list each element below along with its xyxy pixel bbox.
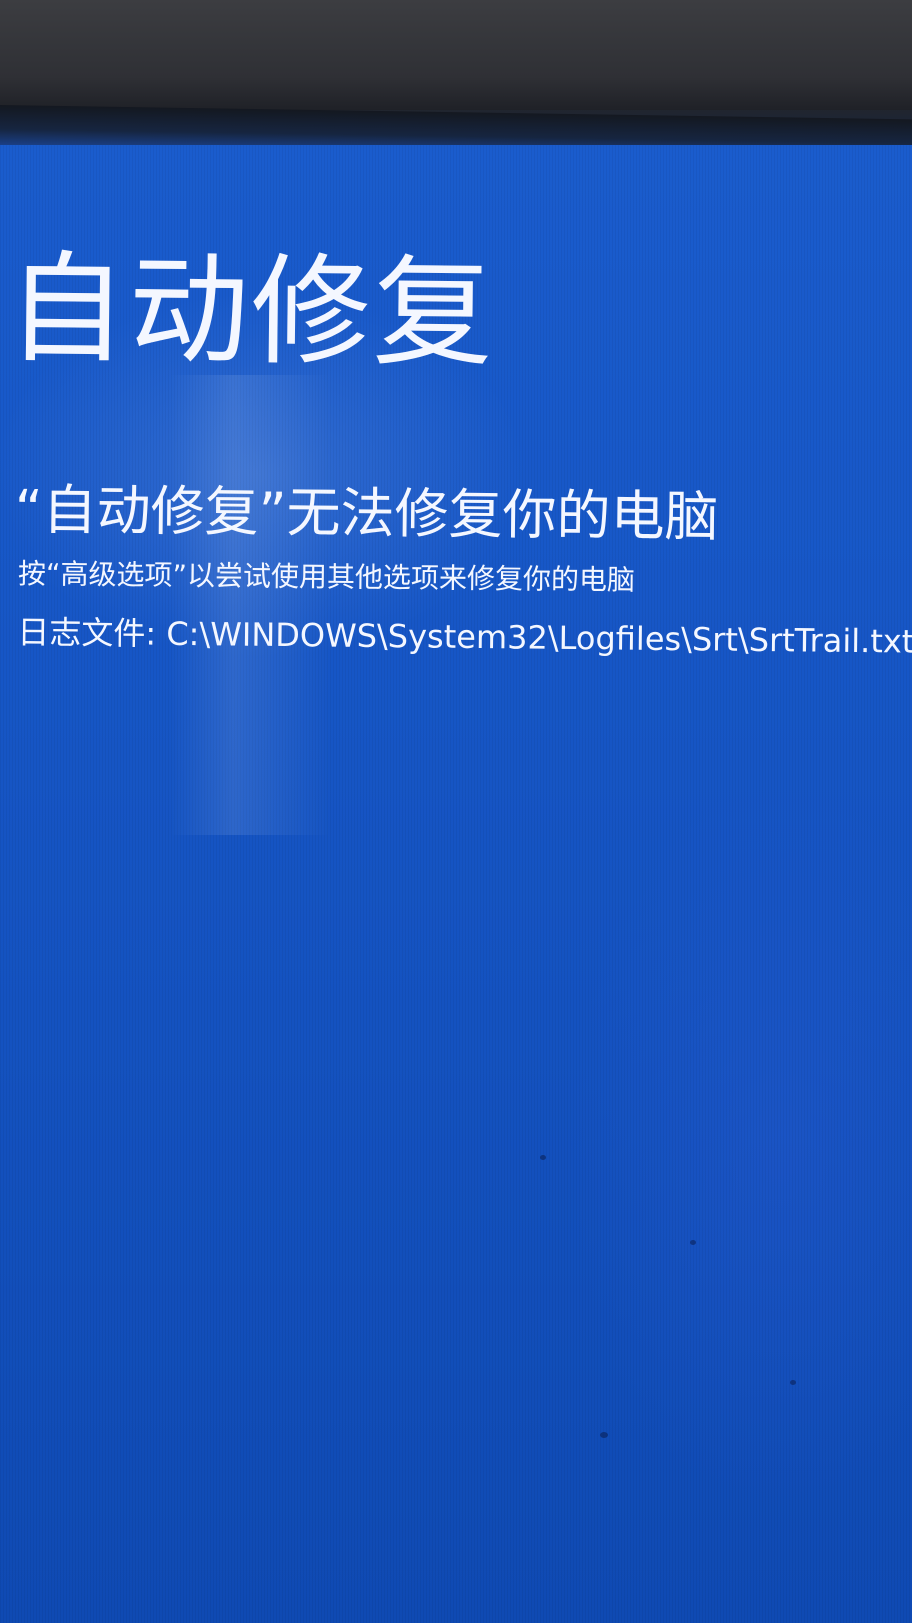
- text-layer: 自动修复 “自动修复”无法修复你的电脑 按“高级选项”以尝试使用其他选项来修复你…: [0, 0, 912, 1623]
- text-content: 自动修复 “自动修复”无法修复你的电脑 按“高级选项”以尝试使用其他选项来修复你…: [0, 0, 912, 1623]
- screen-dust-spot: [540, 1155, 546, 1160]
- page-title: 自动修复: [6, 240, 496, 385]
- screen-dust-spot: [690, 1240, 696, 1245]
- error-message: “自动修复”无法修复你的电脑: [14, 478, 719, 549]
- photo-of-monitor: 自动修复 “自动修复”无法修复你的电脑 按“高级选项”以尝试使用其他选项来修复你…: [0, 0, 912, 1623]
- screen-dust-spot: [790, 1380, 796, 1385]
- screen-dust-spot: [600, 1432, 608, 1438]
- log-file-path: 日志文件: C:\WINDOWS\System32\Logfiles\Srt\S…: [17, 613, 912, 661]
- advanced-options-hint: 按“高级选项”以尝试使用其他选项来修复你的电脑: [17, 557, 636, 597]
